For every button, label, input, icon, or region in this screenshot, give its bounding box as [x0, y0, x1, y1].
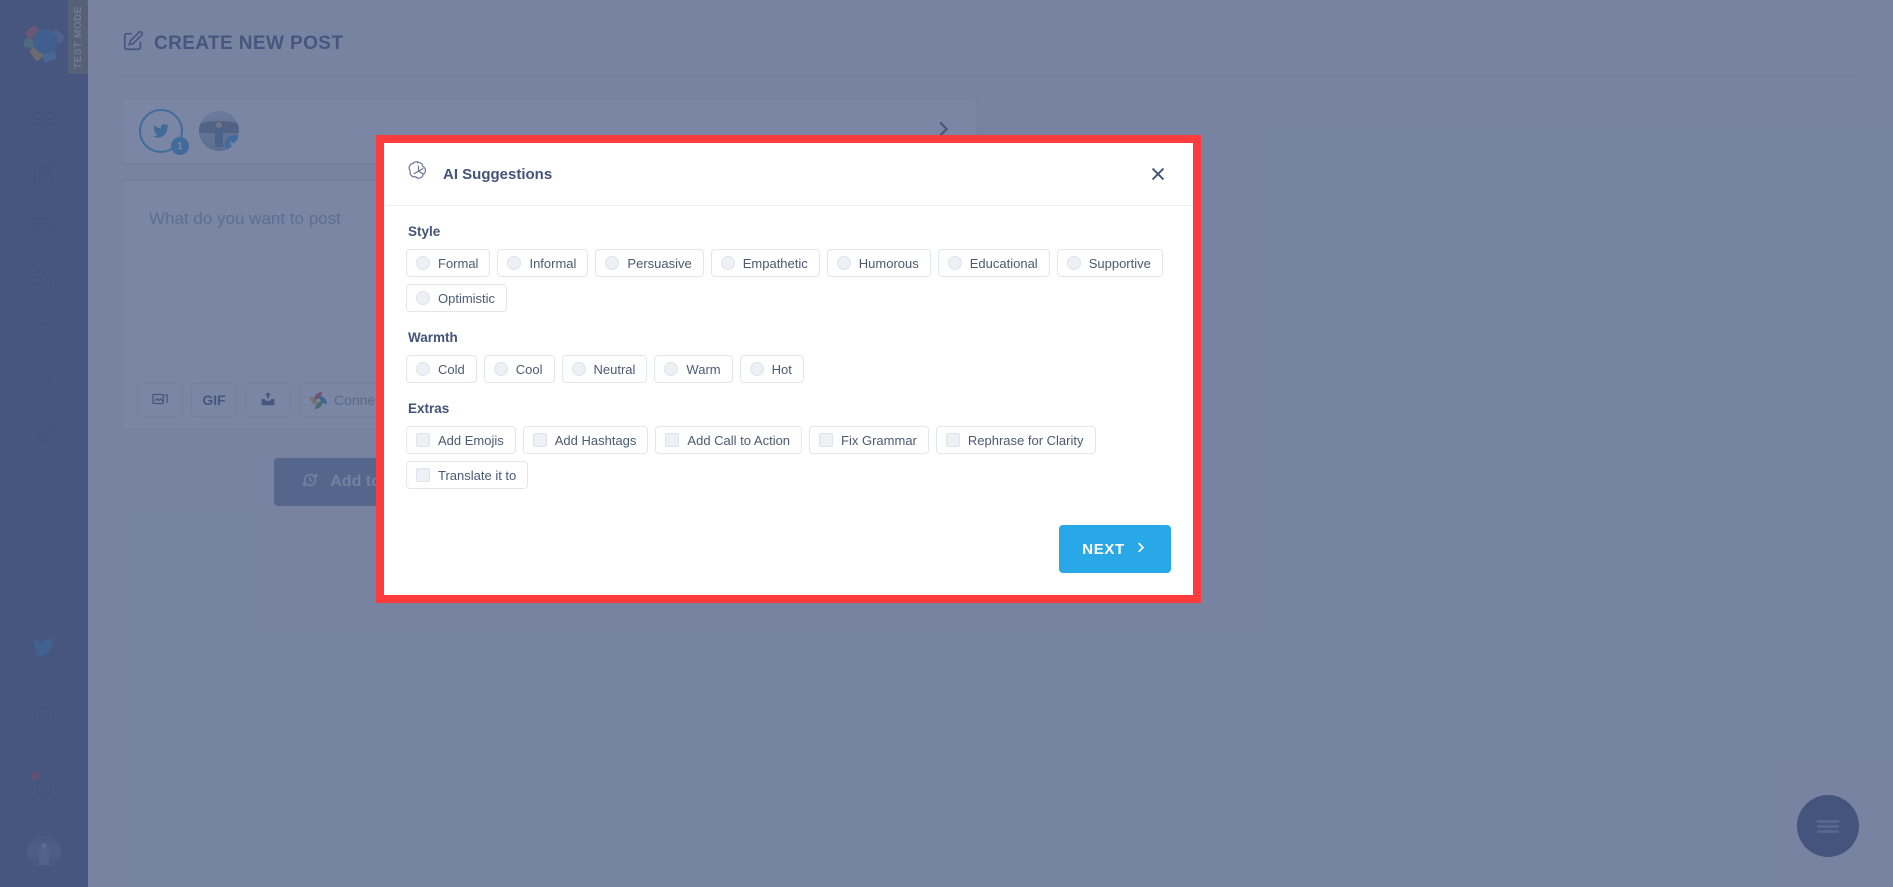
option-label: Translate it to — [438, 467, 517, 483]
option-label: Add Call to Action — [687, 432, 791, 448]
dialog-title: AI Suggestions — [443, 165, 553, 183]
radio-icon — [836, 256, 851, 270]
option-label: Add Hashtags — [554, 432, 637, 448]
warmth-section-label: Warmth — [408, 330, 458, 345]
extras-options: Add Emojis Add Hashtags Add Call to Acti… — [406, 426, 1171, 489]
warmth-options: Cold Cool Neutral Warm Hot — [406, 355, 1171, 383]
extras-section-label: Extras — [408, 401, 450, 416]
option-label: Persuasive — [627, 255, 692, 271]
radio-icon — [493, 362, 508, 376]
warmth-option-warm[interactable]: Warm — [654, 355, 733, 383]
checkbox-icon — [532, 433, 547, 447]
radio-icon — [947, 256, 962, 270]
option-label: Informal — [529, 255, 577, 271]
style-options: Formal Informal Persuasive Empathetic Hu… — [406, 249, 1171, 312]
checkbox-icon — [416, 433, 430, 447]
option-label: Add Emojis — [438, 432, 504, 448]
openai-logo-icon — [406, 159, 431, 189]
option-label: Formal — [438, 255, 479, 271]
dialog-footer: NEXT — [384, 525, 1193, 595]
radio-icon — [507, 256, 522, 270]
option-label: Humorous — [858, 255, 919, 271]
checkbox-icon — [819, 433, 834, 447]
checkbox-icon — [945, 433, 960, 447]
style-option-humorous[interactable]: Humorous — [826, 249, 931, 277]
radio-icon — [605, 256, 620, 270]
option-label: Cold — [438, 361, 465, 377]
style-option-persuasive[interactable]: Persuasive — [595, 249, 704, 277]
radio-icon — [1066, 256, 1081, 270]
ai-suggestions-dialog: AI Suggestions Style Formal Informal Per… — [376, 135, 1201, 603]
style-option-empathetic[interactable]: Empathetic — [710, 249, 820, 277]
warmth-option-cold[interactable]: Cold — [406, 355, 477, 383]
style-option-formal[interactable]: Formal — [406, 249, 491, 277]
extras-option-fix-grammar[interactable]: Fix Grammar — [809, 426, 929, 454]
radio-icon — [416, 256, 430, 270]
style-option-optimistic[interactable]: Optimistic — [406, 284, 508, 312]
option-label: Educational — [969, 255, 1038, 271]
extras-option-add-emojis[interactable]: Add Emojis — [406, 426, 516, 454]
option-label: Cool — [515, 361, 543, 377]
radio-icon — [416, 362, 430, 376]
style-option-supportive[interactable]: Supportive — [1056, 249, 1163, 277]
style-option-informal[interactable]: Informal — [497, 249, 589, 277]
chevron-right-icon — [1133, 540, 1148, 559]
option-label: Fix Grammar — [841, 432, 917, 448]
radio-icon — [664, 362, 679, 376]
checkbox-icon — [665, 433, 680, 447]
option-label: Neutral — [593, 361, 636, 377]
radio-icon — [571, 362, 586, 376]
checkbox-icon — [416, 468, 430, 482]
next-button-label: NEXT — [1082, 540, 1125, 558]
dialog-body: Style Formal Informal Persuasive Empathe… — [384, 206, 1193, 525]
radio-icon — [720, 256, 735, 270]
option-label: Rephrase for Clarity — [967, 432, 1084, 448]
option-label: Warm — [686, 361, 721, 377]
option-label: Optimistic — [438, 290, 496, 306]
close-icon[interactable] — [1145, 161, 1171, 187]
option-label: Empathetic — [742, 255, 808, 271]
warmth-option-hot[interactable]: Hot — [739, 355, 804, 383]
extras-option-translate-it-to[interactable]: Translate it to — [406, 461, 529, 489]
extras-option-add-call-to-action[interactable]: Add Call to Action — [655, 426, 803, 454]
next-button[interactable]: NEXT — [1059, 525, 1171, 573]
style-option-educational[interactable]: Educational — [937, 249, 1050, 277]
warmth-option-neutral[interactable]: Neutral — [561, 355, 648, 383]
dialog-header: AI Suggestions — [384, 143, 1193, 206]
extras-option-add-hashtags[interactable]: Add Hashtags — [522, 426, 649, 454]
warmth-option-cool[interactable]: Cool — [483, 355, 555, 383]
radio-icon — [416, 291, 430, 305]
option-label: Supportive — [1088, 255, 1151, 271]
style-section-label: Style — [408, 224, 441, 239]
radio-icon — [749, 362, 764, 376]
extras-option-rephrase-for-clarity[interactable]: Rephrase for Clarity — [935, 426, 1096, 454]
option-label: Hot — [771, 361, 792, 377]
